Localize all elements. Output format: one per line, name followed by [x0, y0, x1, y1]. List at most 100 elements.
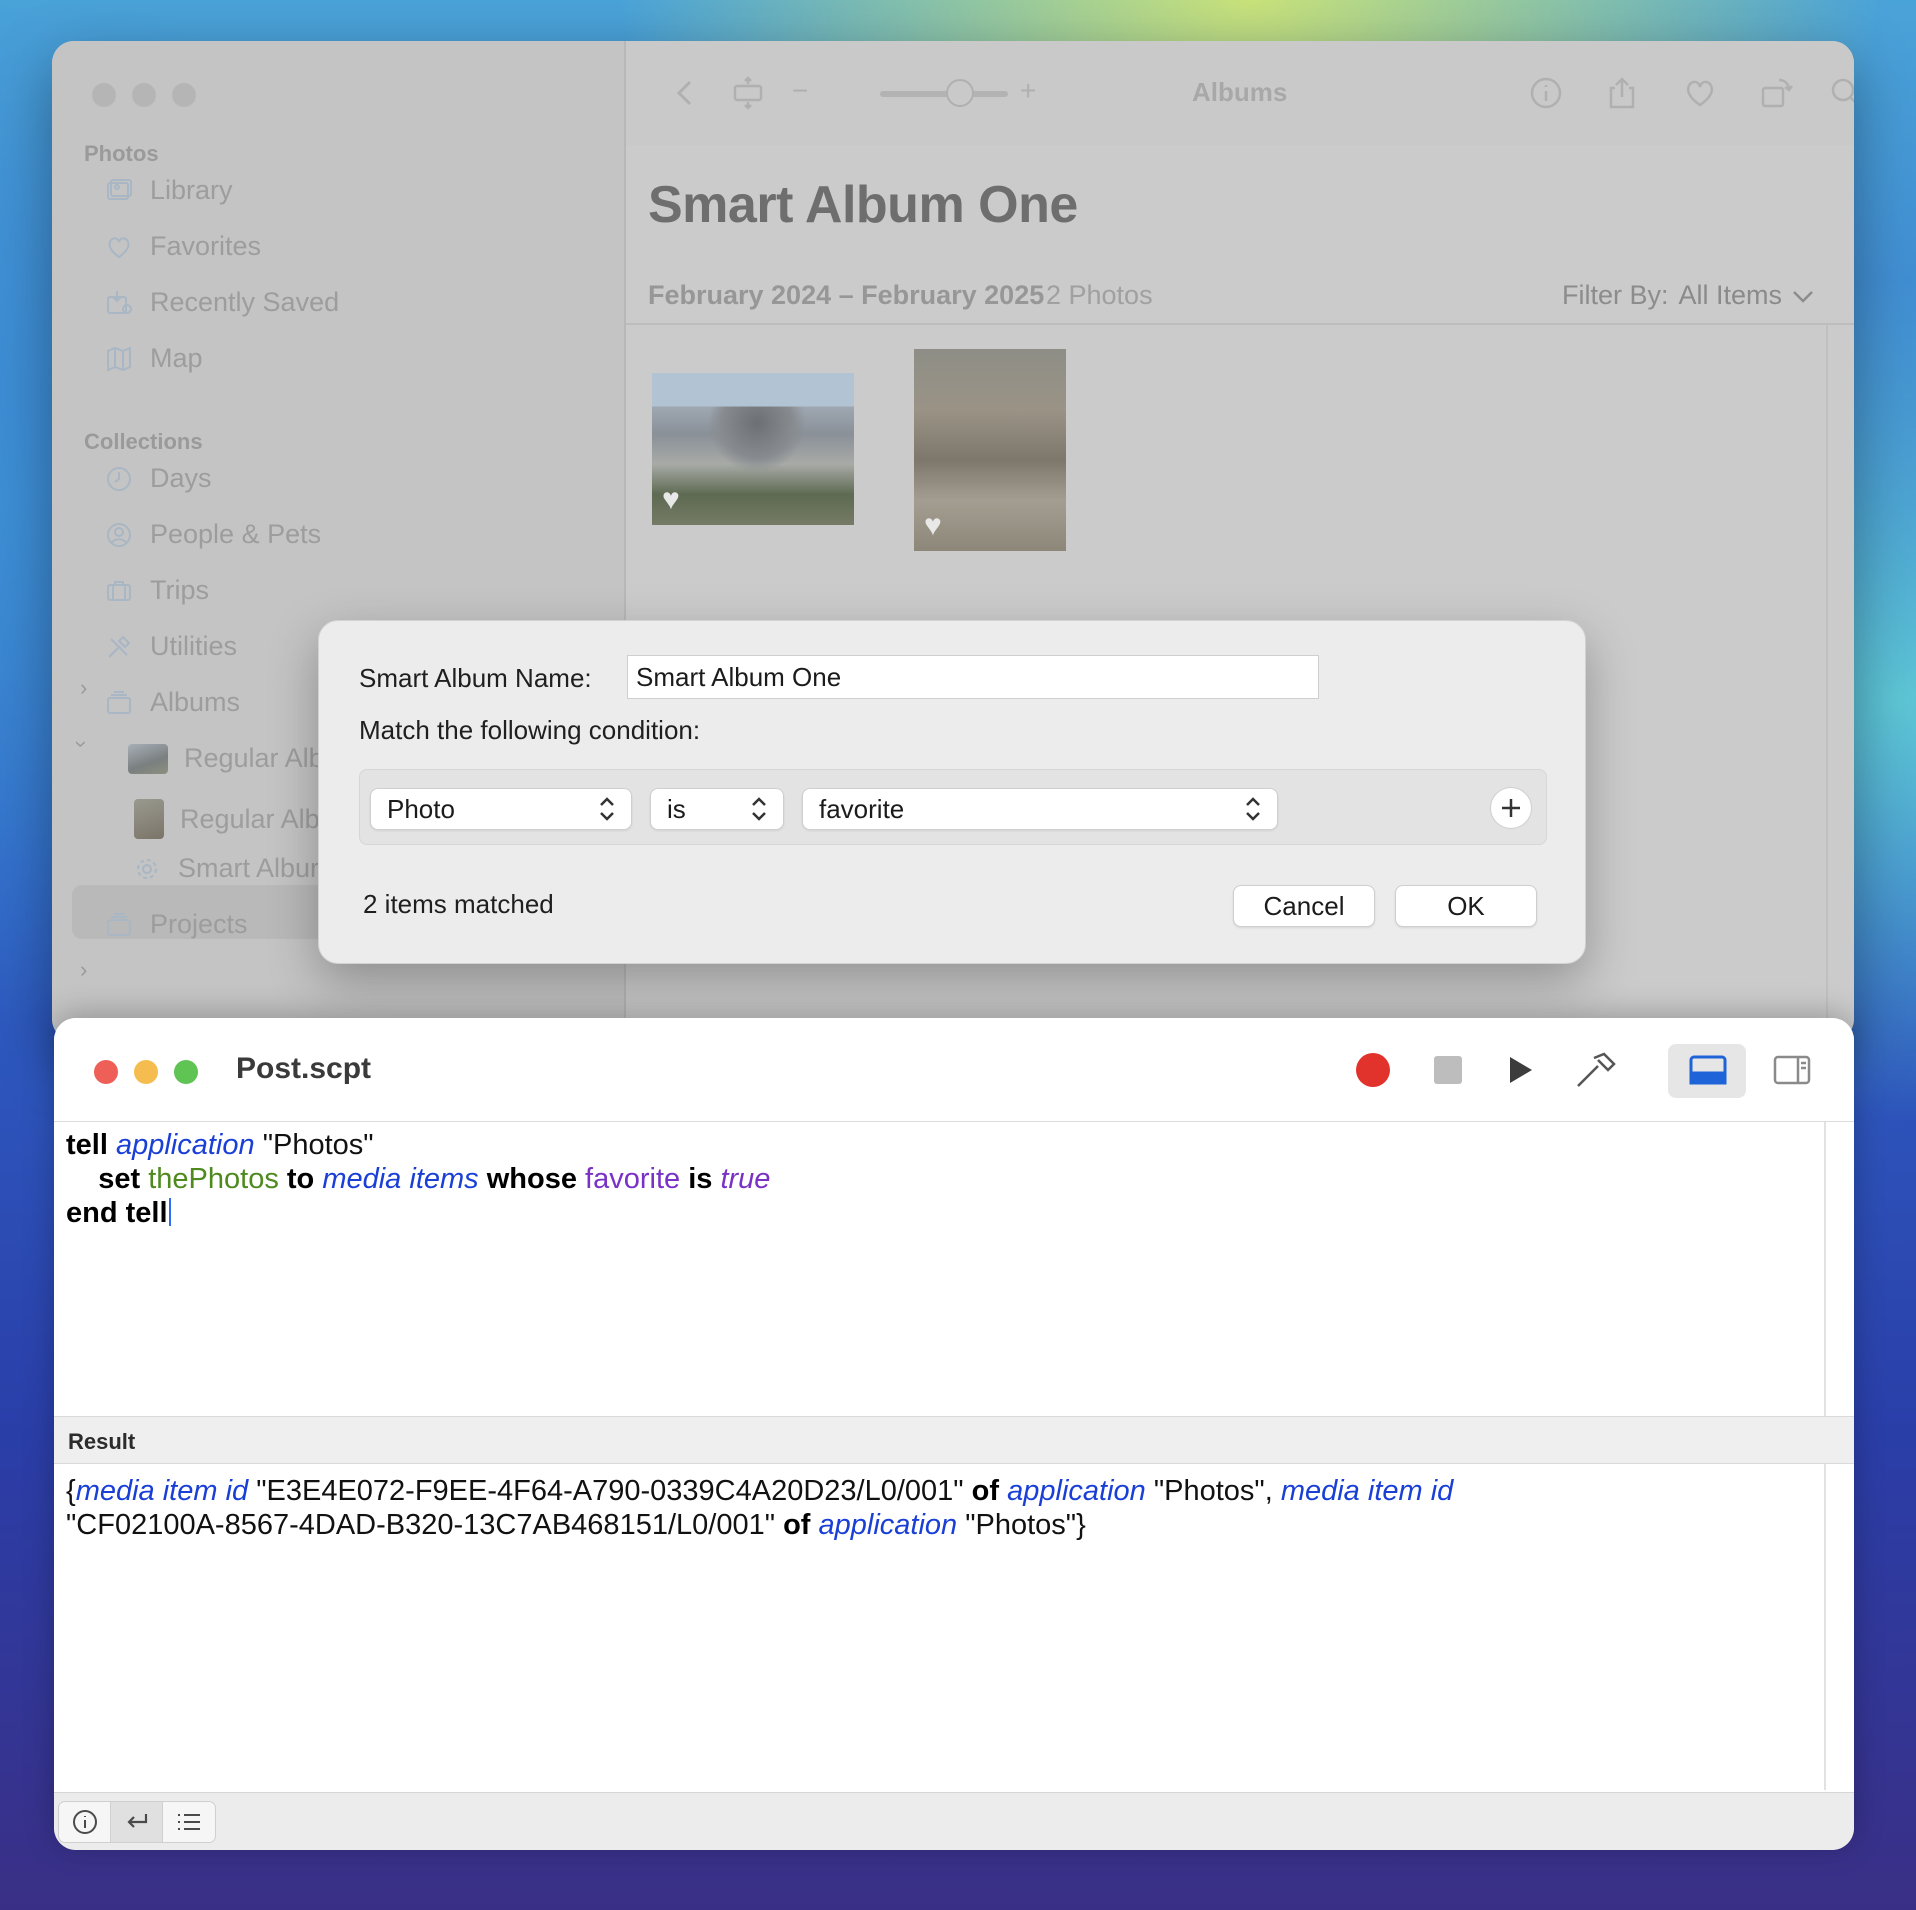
items-matched-label: 2 items matched	[363, 889, 554, 919]
sidebar-item-people-pets[interactable]: People & Pets	[104, 519, 321, 550]
rotate-icon[interactable]	[1756, 73, 1796, 113]
sidebar-item-label: Favorites	[150, 231, 262, 261]
ok-button[interactable]: OK	[1395, 885, 1537, 927]
code-keyword: set	[98, 1163, 141, 1195]
code-keyword: whose	[486, 1163, 577, 1195]
log-view-segmented-control[interactable]	[58, 1801, 216, 1843]
stop-button[interactable]	[1424, 1048, 1472, 1092]
popup-value: is	[667, 793, 686, 824]
result-scrollbar[interactable]	[1824, 1464, 1826, 1790]
popup-value: favorite	[819, 793, 905, 824]
info-icon[interactable]	[1526, 73, 1566, 113]
favorite-heart-icon[interactable]	[1680, 73, 1720, 113]
sidebar-item-recently-saved[interactable]: Recently Saved	[104, 287, 339, 318]
condition-value-popup[interactable]: favorite	[802, 788, 1278, 830]
add-condition-button[interactable]	[1490, 787, 1532, 829]
sidebar-item-label: Trips	[150, 575, 209, 605]
zoom-button[interactable]	[174, 1060, 198, 1084]
zoom-button[interactable]	[172, 83, 196, 107]
result-tab-header[interactable]: Result	[54, 1416, 1854, 1464]
sidebar-item-label: Library	[150, 175, 233, 205]
cancel-button[interactable]: Cancel	[1233, 885, 1375, 927]
stop-icon	[1434, 1056, 1462, 1084]
fit-icon[interactable]	[728, 73, 768, 113]
minimize-button[interactable]	[134, 1060, 158, 1084]
close-button[interactable]	[92, 83, 116, 107]
sidebar-item-smart-album[interactable]: Smart Albur	[132, 853, 319, 884]
album-title: Smart Album One	[648, 176, 1078, 234]
updown-chevron-icon	[751, 796, 767, 822]
album-name-field[interactable]: Smart Album One	[627, 655, 1319, 699]
code-constant: true	[720, 1163, 771, 1195]
sidebar-item-regular-album-2[interactable]: Regular Alb	[134, 799, 320, 839]
header-divider	[626, 323, 1854, 325]
compile-button[interactable]	[1572, 1048, 1620, 1092]
album-photo-count: 2 Photos	[1046, 280, 1153, 310]
sidebar-item-label: Map	[150, 343, 203, 373]
condition-field-popup[interactable]: Photo	[370, 788, 632, 830]
window-title: Albums	[1192, 77, 1288, 107]
album-thumbnail	[128, 743, 168, 774]
record-button[interactable]	[1349, 1048, 1397, 1092]
filter-menu[interactable]: Filter By: All Items	[1562, 280, 1814, 311]
photos-toolbar: − + Albums	[626, 41, 1854, 145]
photo-thumbnail[interactable]: ♥	[914, 349, 1066, 551]
sidebar-item-regular-album-1[interactable]: Regular Alb	[128, 743, 324, 774]
result-string: "E3E4E072-F9EE-4F64-A790-0339C4A20D23/L0…	[256, 1475, 964, 1507]
smart-album-dialog: Smart Album Name: Smart Album One Match …	[318, 620, 1586, 964]
code-string: "Photos"	[262, 1129, 374, 1161]
photos-window-controls[interactable]	[92, 83, 196, 107]
script-code-area[interactable]: tell application "Photos" set thePhotos …	[54, 1122, 1824, 1434]
gear-icon	[132, 855, 162, 883]
code-property: favorite	[585, 1163, 681, 1195]
search-icon[interactable]	[1826, 73, 1854, 113]
scrollbar-track[interactable]	[1826, 325, 1828, 1041]
close-button[interactable]	[94, 1060, 118, 1084]
zoom-slider-knob[interactable]	[946, 79, 974, 107]
photo-thumbnail[interactable]: ♥	[652, 373, 854, 525]
sidebar-item-favorites[interactable]: Favorites	[104, 231, 261, 262]
show-log-button[interactable]	[1684, 1048, 1732, 1092]
suitcase-icon	[104, 577, 134, 605]
chevron-down-icon[interactable]: ›	[69, 740, 95, 747]
window-controls[interactable]	[94, 1060, 198, 1084]
code-scrollbar[interactable]	[1824, 1122, 1826, 1434]
sidebar-item-days[interactable]: Days	[104, 463, 212, 494]
result-class: application	[818, 1509, 958, 1541]
sidebar-item-albums[interactable]: Albums	[104, 687, 240, 718]
sidebar-item-trips[interactable]: Trips	[104, 575, 209, 606]
zoom-slider[interactable]	[880, 91, 1008, 97]
chevron-right-icon[interactable]: ›	[80, 675, 87, 701]
run-button[interactable]	[1496, 1048, 1544, 1092]
condition-operator-popup[interactable]: is	[650, 788, 784, 830]
code-class: application	[115, 1129, 255, 1161]
info-icon[interactable]	[59, 1802, 111, 1842]
bottom-bar	[54, 1792, 1854, 1850]
sidebar-item-label: Days	[150, 463, 212, 493]
share-icon[interactable]	[1602, 73, 1642, 113]
chevron-right-icon[interactable]: ›	[80, 957, 87, 983]
return-arrow-icon[interactable]	[111, 1802, 163, 1842]
zoom-out-icon[interactable]: −	[792, 75, 808, 107]
sidebar-item-projects[interactable]: Projects	[104, 909, 248, 940]
record-icon	[1356, 1053, 1390, 1087]
minimize-button[interactable]	[132, 83, 156, 107]
library-icon	[104, 177, 134, 205]
sidebar-item-utilities[interactable]: Utilities	[104, 631, 237, 662]
zoom-in-icon[interactable]: +	[1020, 75, 1036, 107]
chevron-down-icon	[1792, 280, 1814, 311]
album-thumbnail	[134, 799, 164, 839]
code-keyword: tell	[66, 1129, 108, 1161]
code-keyword: end tell	[66, 1197, 168, 1229]
list-icon[interactable]	[163, 1802, 215, 1842]
condition-row: Photo is favorite	[359, 769, 1547, 845]
show-inspector-button[interactable]	[1768, 1048, 1816, 1092]
clock-icon	[104, 465, 134, 493]
sidebar-item-label: Projects	[150, 909, 248, 939]
code-line: end tell	[66, 1196, 1812, 1230]
sidebar-item-library[interactable]: Library	[104, 175, 233, 206]
hammer-icon	[1577, 1052, 1616, 1087]
sidebar-item-map[interactable]: Map	[104, 343, 203, 374]
result-output: {media item id "E3E4E072-F9EE-4F64-A790-…	[54, 1464, 1824, 1790]
back-icon[interactable]	[666, 73, 706, 113]
